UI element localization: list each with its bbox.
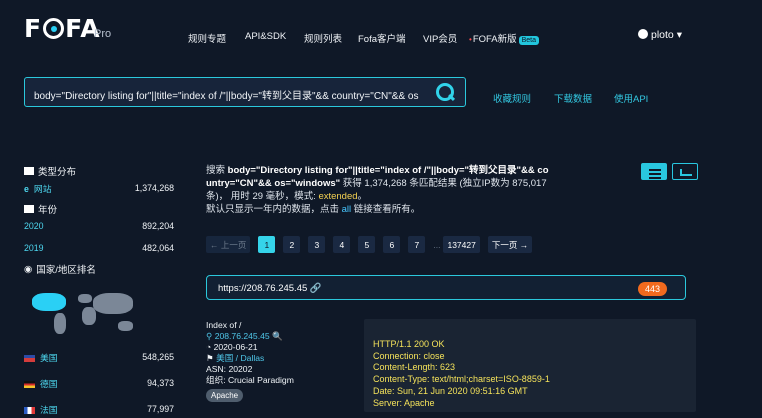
- pro-label: Pro: [94, 28, 112, 40]
- page-6[interactable]: 6: [383, 236, 401, 253]
- page-7[interactable]: 7: [408, 236, 426, 253]
- next-page-button[interactable]: 下一页 →: [487, 236, 533, 253]
- api-link[interactable]: 使用API: [614, 91, 648, 105]
- pagination: ← 上一页 1 2 3 4 5 6 7 ... 137427 下一页 →: [206, 236, 540, 253]
- map-asia: [93, 293, 133, 314]
- chart-view-toggle[interactable]: [672, 163, 698, 180]
- link-icon: 🔗: [309, 283, 322, 294]
- page-5[interactable]: 5: [358, 236, 376, 253]
- map-north-america: [32, 293, 66, 311]
- year-row-2019[interactable]: 2019 482,064: [24, 239, 174, 257]
- result-location[interactable]: ⚑ 美国 / Dallas: [206, 353, 356, 364]
- map-australia: [118, 321, 133, 331]
- calendar-icon: [24, 205, 34, 213]
- result-asn[interactable]: ASN: 20202: [206, 364, 356, 375]
- country-row-us[interactable]: 美国 548,265: [24, 348, 174, 366]
- result-url[interactable]: https://208.76.245.45 🔗: [218, 283, 322, 294]
- result-date: ◔ 2020-06-21: [206, 342, 258, 352]
- page-2[interactable]: 2: [283, 236, 301, 253]
- de-flag-icon: [24, 380, 35, 388]
- result-org[interactable]: 组织: Crucial Paradigm: [206, 375, 356, 386]
- nav-client[interactable]: Fofa客户端: [358, 31, 406, 45]
- all-link[interactable]: all: [342, 204, 352, 215]
- country-row-fr[interactable]: 法国 77,997: [24, 400, 174, 418]
- beta-badge: Beta: [518, 36, 540, 45]
- user-menu[interactable]: ploto ▾: [638, 28, 682, 41]
- year-row-2020[interactable]: 2020 892,204: [24, 217, 174, 235]
- clock-icon: ◔: [206, 342, 212, 352]
- nav-vip[interactable]: VIP会员: [423, 31, 457, 45]
- http-headers: HTTP/1.1 200 OK Connection: close Conten…: [373, 339, 550, 408]
- list-icon: [24, 167, 34, 175]
- logo-o: [43, 18, 65, 39]
- result-url-bar[interactable]: https://208.76.245.45 🔗 443: [206, 275, 686, 300]
- nav-rules-topic[interactable]: 规则专题: [188, 31, 226, 45]
- search-input[interactable]: body="Directory listing for"||title="ind…: [24, 77, 466, 107]
- prev-page-button[interactable]: ← 上一页: [206, 236, 251, 253]
- new-dot-icon: •: [469, 35, 472, 44]
- location-icon: ⚑: [206, 353, 214, 363]
- result-title: Index of /: [206, 320, 242, 330]
- ie-icon: e: [24, 183, 29, 194]
- page-ellipsis: ...: [433, 239, 441, 250]
- us-flag-icon: [24, 354, 35, 362]
- nav-new-version[interactable]: •FOFA新版 Beta: [469, 31, 540, 45]
- nav-api-sdk[interactable]: API&SDK: [245, 31, 286, 42]
- fr-flag-icon: [24, 406, 35, 414]
- user-icon: [638, 29, 648, 39]
- type-title: 类型分布: [24, 163, 174, 179]
- list-view-toggle[interactable]: [641, 163, 667, 180]
- country-title: ◉ 国家/地区排名: [24, 263, 96, 277]
- map-africa: [82, 307, 96, 325]
- type-row-website[interactable]: e 网站 1,374,268: [24, 179, 174, 197]
- country-row-de[interactable]: 德国 94,373: [24, 374, 174, 392]
- globe-icon: ◉: [24, 263, 33, 275]
- world-map[interactable]: [32, 285, 137, 340]
- page-3[interactable]: 3: [308, 236, 326, 253]
- location-pin-icon: ⚲: [206, 331, 213, 341]
- download-link[interactable]: 下载数据: [554, 91, 592, 105]
- search-query: body="Directory listing for"||title="ind…: [34, 91, 419, 102]
- result-meta: Index of / ⚲ 208.76.245.45 🔍 ◔ 2020-06-2…: [206, 320, 356, 402]
- search-icon[interactable]: [435, 82, 455, 102]
- port-badge: 443: [637, 282, 667, 296]
- top-bar: F FA Pro 规则专题 API&SDK 规则列表 Fofa客户端 VIP会员 …: [0, 0, 762, 70]
- year-title: 年份: [24, 201, 174, 217]
- stats-sidebar: 类型分布 e 网站 1,374,268 年份 2020 892,204 2019 482…: [24, 163, 174, 418]
- page-4[interactable]: 4: [333, 236, 351, 253]
- http-response-panel: HTTP/1.1 200 OK Connection: close Conten…: [364, 319, 696, 412]
- search-small-icon: 🔍: [272, 331, 283, 341]
- save-rule-link[interactable]: 收藏规则: [493, 91, 531, 105]
- page-last[interactable]: 137427: [443, 236, 480, 253]
- map-europe: [78, 294, 92, 303]
- nav-rules-list[interactable]: 规则列表: [304, 31, 342, 45]
- page-1[interactable]: 1: [258, 236, 276, 253]
- logo[interactable]: F FA: [24, 14, 101, 43]
- map-south-america: [54, 313, 66, 334]
- result-summary: 搜索 body="Directory listing for"||title="…: [206, 165, 549, 215]
- chart-icon: [680, 169, 692, 176]
- result-ip[interactable]: ⚲ 208.76.245.45 🔍: [206, 331, 356, 342]
- server-tag[interactable]: Apache: [206, 389, 244, 402]
